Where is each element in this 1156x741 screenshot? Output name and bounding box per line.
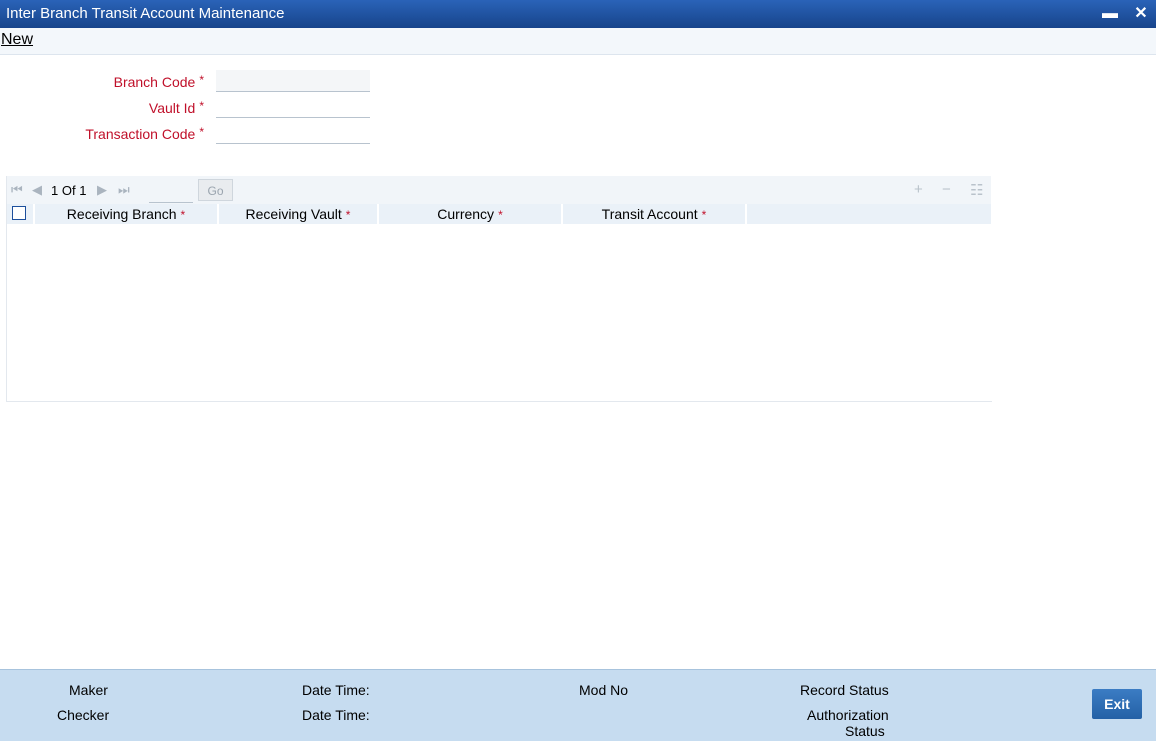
mod-no-label: Mod No	[579, 682, 629, 698]
column-receiving-vault-label: Receiving Vault	[245, 206, 342, 222]
column-currency-label: Currency	[437, 206, 495, 222]
select-all-checkbox[interactable]	[12, 206, 26, 220]
title-bar: Inter Branch Transit Account Maintenance…	[0, 0, 1156, 28]
page-of: Of	[61, 183, 76, 198]
select-all-column	[7, 204, 35, 224]
delete-row-icon[interactable]: −	[942, 181, 951, 198]
page-number-input[interactable]	[149, 180, 193, 203]
record-status-label: Record Status	[800, 682, 889, 698]
checker-label: Checker	[57, 707, 110, 723]
column-currency: Currency *	[379, 204, 563, 224]
required-mark: *	[701, 208, 707, 222]
page-current: 1	[51, 183, 59, 198]
add-row-icon[interactable]: +	[914, 181, 923, 198]
required-mark: *	[199, 99, 204, 113]
branch-code-input[interactable]	[216, 70, 370, 92]
required-mark: *	[199, 125, 204, 139]
checker-date-time-label: Date Time:	[302, 707, 370, 723]
maker-date-time-label: Date Time:	[302, 682, 370, 698]
transit-account-grid: ⏮ ◀ 1 Of 1 ▶ ⏭ Go + − ☷ Receiving Branch…	[6, 176, 992, 402]
exit-button[interactable]: Exit	[1092, 689, 1142, 719]
branch-code-label: Branch Code *	[4, 73, 204, 90]
maker-label: Maker	[69, 682, 108, 698]
minimize-icon[interactable]: ▬	[1100, 4, 1120, 24]
first-page-icon[interactable]: ⏮	[11, 182, 23, 198]
column-receiving-branch: Receiving Branch *	[35, 204, 219, 224]
transaction-code-label-text: Transaction Code	[85, 126, 196, 142]
column-transit-account: Transit Account *	[563, 204, 747, 224]
audit-footer: Maker Checker Date Time: Date Time: Mod …	[0, 669, 1156, 741]
grid-toolbar: ⏮ ◀ 1 Of 1 ▶ ⏭ Go + − ☷	[7, 176, 991, 204]
column-receiving-vault: Receiving Vault *	[219, 204, 379, 224]
required-mark: *	[345, 208, 351, 222]
next-page-icon[interactable]: ▶	[97, 182, 107, 198]
page-indicator: 1 Of 1	[51, 183, 86, 198]
grid-header: Receiving Branch * Receiving Vault * Curre…	[7, 204, 991, 224]
authorization-label: Authorization	[807, 707, 889, 723]
go-button[interactable]: Go	[198, 179, 233, 201]
vault-id-label-text: Vault Id	[148, 100, 196, 116]
window-title: Inter Branch Transit Account Maintenance	[6, 5, 285, 22]
required-mark: *	[180, 208, 186, 222]
menu-bar: New	[0, 28, 1156, 55]
close-icon[interactable]: ✕	[1131, 4, 1151, 24]
vault-id-input[interactable]	[216, 96, 370, 118]
required-mark: *	[498, 208, 503, 222]
page-total: 1	[79, 183, 87, 198]
vault-id-label: Vault Id *	[4, 99, 204, 116]
last-page-icon[interactable]: ⏭	[118, 182, 130, 198]
new-link[interactable]: New	[1, 31, 33, 49]
column-receiving-branch-label: Receiving Branch	[66, 206, 177, 222]
required-mark: *	[199, 73, 204, 87]
transaction-code-label: Transaction Code *	[4, 125, 204, 142]
single-view-icon[interactable]: ☷	[970, 181, 983, 199]
column-transit-account-label: Transit Account	[601, 206, 698, 222]
branch-code-label-text: Branch Code	[113, 74, 196, 90]
previous-page-icon[interactable]: ◀	[32, 182, 42, 198]
transaction-code-input[interactable]	[216, 122, 370, 144]
authorization-status-label: Status	[845, 723, 885, 739]
